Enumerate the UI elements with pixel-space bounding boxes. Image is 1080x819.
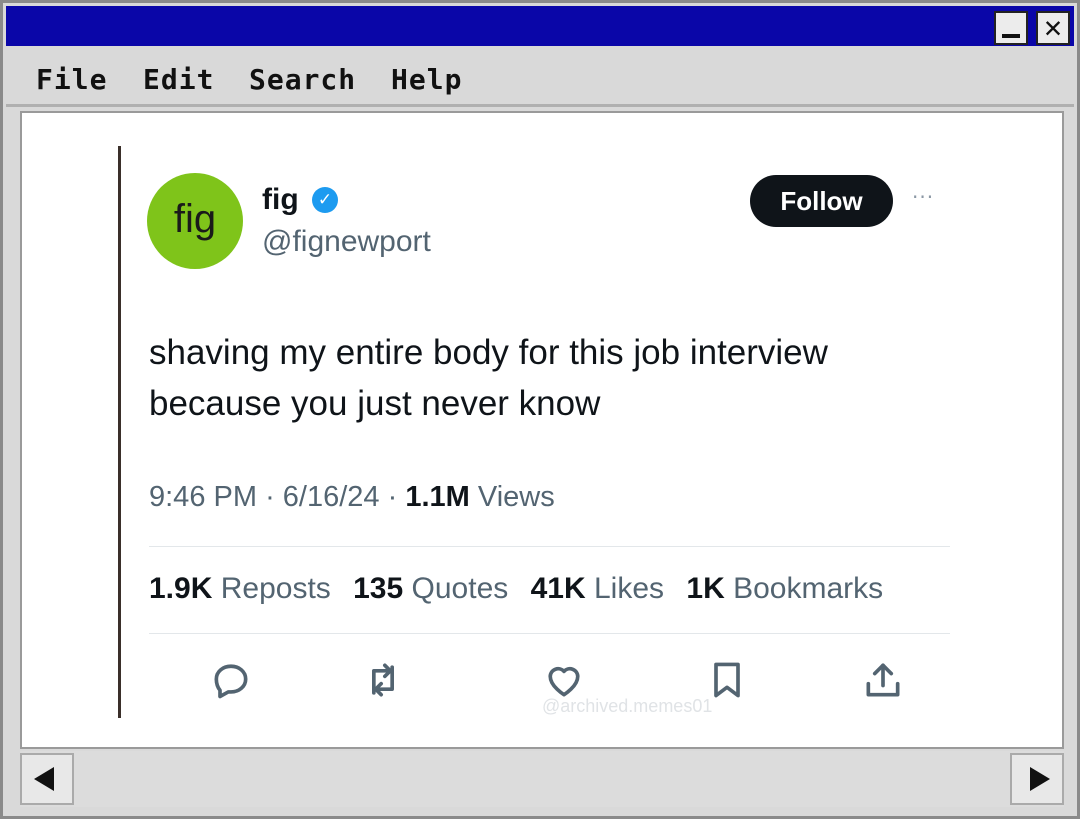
scroll-right-button[interactable] [1010,753,1064,805]
engagement-stats: 1.9K Reposts 135 Quotes 41K Likes 1K Boo… [149,572,897,606]
tweet-meta: 9:46 PM · 6/16/24 · 1.1M Views [149,481,555,514]
user-handle[interactable]: @fignewport [262,225,431,259]
app-window: ✕ File Edit Search Help fig fig ✓ @figne… [0,0,1080,819]
watermark: @archived.memes01 [542,696,713,716]
verified-badge-icon: ✓ [312,187,338,213]
follow-button[interactable]: Follow [750,175,893,227]
display-name[interactable]: fig [262,183,299,217]
share-icon[interactable] [861,658,905,702]
stat-likes[interactable]: 41K Likes [531,572,664,605]
views-label: Views [477,481,555,513]
arrow-left-icon [34,767,54,791]
tweet-text-line: because you just never know [149,384,601,423]
stat-label: Quotes [411,572,509,605]
menu-file[interactable]: File [36,63,107,96]
stat-reposts[interactable]: 1.9K Reposts [149,572,331,605]
meta-separator: · [265,481,275,513]
stat-bookmarks[interactable]: 1K Bookmarks [686,572,883,605]
stat-count: 1K [686,572,725,605]
stat-label: Bookmarks [733,572,884,605]
divider [149,633,950,634]
menu-search[interactable]: Search [249,63,356,96]
reply-icon[interactable] [209,658,253,702]
tweet-text-line: shaving my entire body for this job inte… [149,333,828,372]
repost-icon[interactable] [361,658,405,702]
thread-rule [118,146,121,718]
more-options-icon[interactable]: ··· [912,185,934,209]
scroll-left-button[interactable] [20,753,74,805]
views-count: 1.1M [405,481,470,513]
close-button[interactable]: ✕ [1036,11,1070,45]
title-bar: ✕ [6,6,1074,46]
stat-count: 1.9K [149,572,213,605]
content-area: fig fig ✓ @fignewport Follow ··· shaving… [20,111,1064,749]
minimize-icon [1002,34,1020,38]
tweet-text: shaving my entire body for this job inte… [149,327,909,429]
avatar[interactable]: fig [147,173,243,269]
close-icon: ✕ [1043,10,1063,45]
minimize-button[interactable] [994,11,1028,45]
arrow-right-icon [1030,767,1050,791]
tweet-date[interactable]: 6/16/24 [283,481,380,513]
menu-edit[interactable]: Edit [143,63,214,96]
stat-count: 41K [530,572,586,605]
menu-help[interactable]: Help [391,63,462,96]
stat-count: 135 [353,572,404,605]
stat-label: Likes [594,572,665,605]
meta-separator: · [387,481,398,513]
menu-bar: File Edit Search Help [6,47,1074,107]
tweet-time[interactable]: 9:46 PM [149,481,257,513]
stat-label: Reposts [220,572,331,605]
divider [149,546,950,547]
stat-quotes[interactable]: 135 Quotes [353,572,508,605]
horizontal-scrollbar[interactable] [20,751,1064,807]
